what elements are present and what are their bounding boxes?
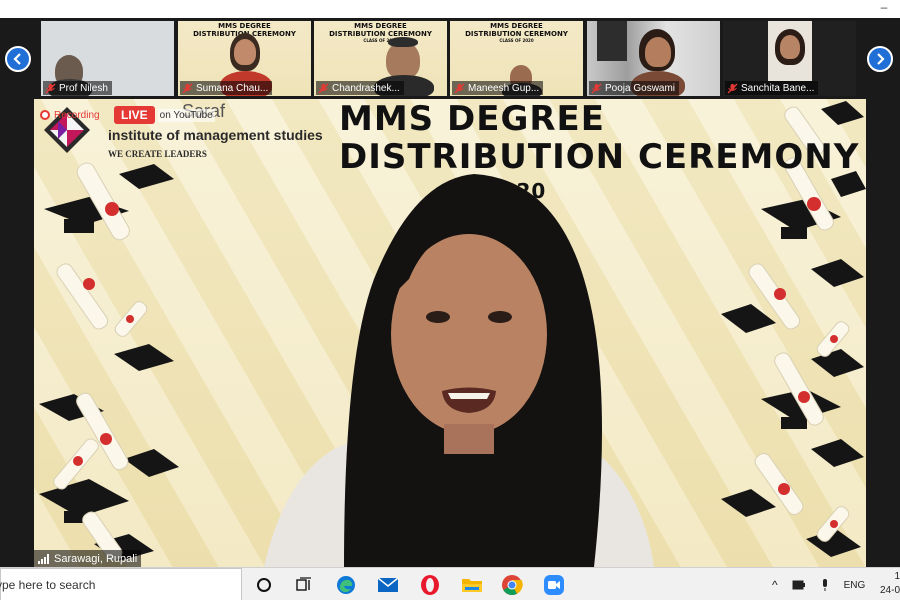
chevron-left-icon — [13, 53, 21, 65]
participant-name: Sumana Chau... — [196, 82, 269, 94]
task-view-icon — [296, 577, 311, 591]
task-view-button[interactable] — [292, 573, 316, 597]
gallery-prev-button[interactable] — [5, 46, 31, 72]
recording-label: Recording — [54, 109, 100, 121]
graduation-decor-left — [39, 162, 179, 562]
language-indicator[interactable]: ENG — [844, 580, 866, 591]
participant-gallery: Prof Nilesh MMS DEGREE DISTRIBUTION CERE… — [0, 18, 900, 98]
taskbar-clock[interactable]: 1 24-0 — [880, 570, 900, 598]
chevron-right-icon — [877, 53, 885, 65]
speaker-name-bar: Sarawagi, Rupali — [34, 550, 142, 567]
mini-banner-line1: MMS DEGREE — [218, 22, 271, 30]
participant-name: Sanchita Bane... — [741, 82, 815, 94]
zoom-taskbar-button[interactable] — [542, 573, 566, 597]
mic-muted-icon — [727, 83, 738, 93]
chrome-taskbar-button[interactable] — [500, 573, 524, 597]
system-tray: ^ ENG — [772, 575, 865, 595]
participant-tile[interactable]: MMS DEGREE DISTRIBUTION CEREMONY CLASS O… — [450, 21, 583, 96]
mail-taskbar-button[interactable] — [376, 573, 400, 597]
participant-name-bar: Maneesh Gup... — [452, 81, 544, 95]
participant-name: Pooja Goswami — [605, 82, 676, 94]
participant-tile[interactable]: Sanchita Bane... — [723, 21, 856, 96]
folder-icon — [462, 579, 482, 592]
mic-muted-icon — [182, 83, 193, 93]
recording-indicator[interactable]: Recording — [40, 107, 100, 123]
participant-tile[interactable]: MMS DEGREE DISTRIBUTION CEREMONY CLASS O… — [314, 21, 447, 96]
mini-banner-line1: MMS DEGREE — [354, 22, 407, 30]
microphone-icon[interactable] — [820, 578, 830, 592]
opera-taskbar-button[interactable] — [418, 573, 442, 597]
cortana-circle-icon — [257, 578, 271, 592]
zoom-meeting-window: – Prof Nilesh MMS DEGREE DISTRIBUTION CE… — [0, 0, 900, 600]
show-hidden-icons-icon[interactable]: ^ — [772, 578, 778, 592]
live-platform-label: on YouTube — [157, 108, 215, 122]
participant-name: Chandrashek... — [332, 82, 400, 94]
battery-icon[interactable] — [792, 580, 806, 590]
participant-tile[interactable]: Pooja Goswami — [587, 21, 720, 96]
participant-tile[interactable]: MMS DEGREE DISTRIBUTION CEREMONY Sumana … — [178, 21, 311, 96]
minimize-icon[interactable]: – — [878, 1, 890, 14]
edge-taskbar-button[interactable] — [334, 573, 358, 597]
mic-muted-icon — [318, 83, 329, 93]
live-stream-indicator[interactable]: LIVE on YouTube — [114, 106, 215, 124]
mic-muted-icon — [454, 83, 465, 93]
speaker-name: Sarawagi, Rupali — [54, 552, 138, 565]
institute-slogan: WE CREATE LEADERS — [108, 149, 207, 159]
live-badge: LIVE — [114, 106, 155, 124]
chrome-browser-icon — [502, 575, 523, 595]
gallery-next-button[interactable] — [867, 46, 893, 72]
active-speaker-video[interactable]: Saraf institute of management studies WE… — [34, 99, 866, 567]
windows-taskbar: ^ ENG 1 24-0 — [0, 567, 900, 600]
record-icon — [40, 110, 50, 120]
taskbar-search[interactable] — [0, 568, 242, 600]
participant-name-bar: Sanchita Bane... — [725, 81, 819, 95]
mini-banner-line2: DISTRIBUTION CEREMONY — [329, 30, 432, 38]
mail-icon — [377, 577, 399, 592]
participant-name-bar: Prof Nilesh — [43, 81, 112, 95]
edge-browser-icon — [337, 576, 355, 594]
mini-banner-line3: CLASS OF 2020 — [363, 38, 398, 43]
participant-name-bar: Chandrashek... — [316, 81, 404, 95]
opera-browser-icon — [421, 575, 439, 595]
participant-name-bar: Sumana Chau... — [180, 81, 273, 95]
cortana-button[interactable] — [252, 573, 276, 597]
mini-banner-line2: DISTRIBUTION CEREMONY — [465, 30, 568, 38]
participant-tile[interactable]: Prof Nilesh — [41, 21, 174, 96]
clock-date: 24-0 — [880, 585, 900, 596]
banner-title-line1: MMS DEGREE — [339, 99, 605, 139]
mic-muted-icon — [591, 83, 602, 93]
participant-name: Prof Nilesh — [59, 82, 108, 94]
window-title-strip: – — [0, 0, 900, 18]
mini-banner-line1: MMS DEGREE — [490, 22, 543, 30]
taskbar-search-input[interactable] — [0, 577, 236, 592]
mini-banner-line3: CLASS OF 2020 — [499, 38, 534, 43]
institute-name: institute of management studies — [108, 127, 323, 143]
file-explorer-taskbar-button[interactable] — [460, 573, 484, 597]
signal-strength-icon — [38, 553, 49, 564]
participant-name-bar: Pooja Goswami — [589, 81, 680, 95]
participant-name: Maneesh Gup... — [468, 82, 540, 94]
mic-muted-icon — [45, 83, 56, 93]
zoom-app-icon — [544, 575, 564, 595]
clock-time: 1 — [894, 571, 900, 582]
speaker-video-feed — [264, 174, 654, 567]
